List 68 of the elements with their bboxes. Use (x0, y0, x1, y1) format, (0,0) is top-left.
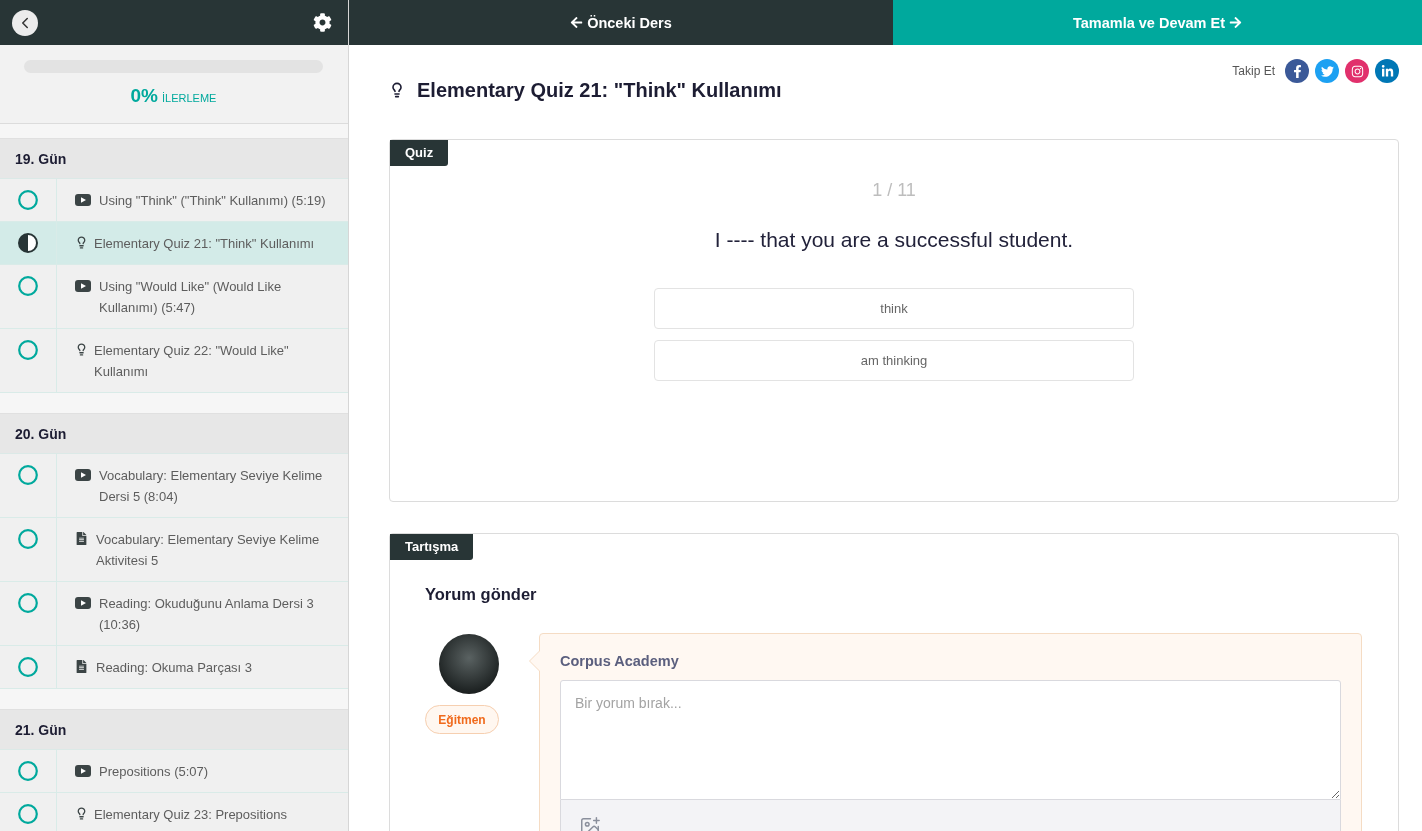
lesson-title: Using "Think" ("Think" Kullanımı) (5:19) (99, 192, 327, 210)
answer-option[interactable]: am thinking (654, 340, 1134, 381)
circle-icon (18, 657, 38, 677)
circle-icon (18, 276, 38, 296)
lesson-item[interactable]: Elementary Quiz 21: "Think" Kullanımı (0, 222, 348, 265)
lesson-title: Reading: Okuduğunu Anlama Dersi 3 (10:36) (99, 595, 315, 634)
lesson-item[interactable]: Elementary Quiz 23: Prepositions (0, 793, 348, 831)
circle-icon (18, 593, 38, 613)
lesson-item[interactable]: Vocabulary: Elementary Seviye Kelime Aktivitesi 5 (0, 518, 348, 582)
lightbulb-icon (75, 343, 88, 356)
lesson-title: Vocabulary: Elementary Seviye Kelime Dersi 5 (8:04) (99, 467, 324, 506)
lesson-item[interactable]: Prepositions (5:07) (0, 750, 348, 793)
circle-icon (18, 761, 38, 781)
half-circle-icon (18, 233, 38, 253)
lesson-heading: Elementary Quiz 21: "Think" Kullanımı (417, 78, 782, 103)
document-icon (75, 532, 88, 545)
section-header[interactable]: 19. Gün (0, 138, 348, 179)
circle-icon (18, 340, 38, 360)
lesson-item[interactable]: Reading: Okuma Parçası 3 (0, 646, 348, 689)
section-header[interactable]: 20. Gün (0, 413, 348, 454)
lesson-item[interactable]: Vocabulary: Elementary Seviye Kelime Dersi 5 (8:04) (0, 454, 348, 518)
video-icon (75, 280, 91, 292)
lesson-item[interactable]: Using "Would Like" (Would Like Kullanımı) (5:47) (0, 265, 348, 329)
lesson-title: Vocabulary: Elementary Seviye Kelime Aktivitesi 5 (96, 531, 321, 570)
question-counter: 1 / 11 (872, 179, 916, 202)
progress-label: İLERLEME (162, 92, 217, 104)
previous-lesson-button[interactable]: Önceki Ders (349, 0, 893, 45)
question-text: I ---- that you are a successful student. (714, 227, 1074, 253)
lightbulb-icon (389, 82, 405, 98)
video-icon (75, 194, 91, 206)
avatar-image (439, 634, 499, 694)
settings-icon[interactable] (313, 13, 332, 32)
twitter-icon[interactable] (1315, 59, 1339, 83)
circle-icon (18, 190, 38, 210)
arrow-right-icon (1229, 16, 1243, 29)
linkedin-icon[interactable] (1375, 59, 1399, 83)
answer-option[interactable]: think (654, 288, 1134, 329)
lesson-title: Elementary Quiz 23: Prepositions (94, 806, 288, 824)
lesson-title: Elementary Quiz 21: "Think" Kullanımı (94, 235, 316, 253)
lesson-title: Using "Would Like" (Would Like Kullanımı) (5:47) (99, 278, 283, 317)
section-header[interactable]: 21. Gün (0, 709, 348, 750)
back-button[interactable] (12, 9, 38, 36)
lesson-title: Reading: Okuma Parçası 3 (96, 659, 254, 677)
lightbulb-icon (75, 807, 88, 820)
quiz-tag: Quiz (390, 140, 449, 166)
instructor-badge: Eğitmen (425, 705, 499, 734)
lesson-item[interactable]: Reading: Okuduğunu Anlama Dersi 3 (10:36) (0, 582, 348, 646)
video-icon (75, 469, 91, 481)
video-icon (75, 765, 91, 777)
comment-heading: Yorum gönder (425, 584, 538, 605)
video-icon (75, 597, 91, 609)
comment-field[interactable]: Bir yorum bırak... (560, 680, 1341, 800)
author-name: Corpus Academy (560, 652, 680, 671)
lightbulb-icon (75, 236, 88, 249)
progress-percent: 0% (130, 85, 158, 107)
lesson-title: Elementary Quiz 22: "Would Like" Kullanımı (94, 342, 290, 381)
document-icon (75, 660, 88, 673)
discussion-tag: Tartışma (390, 534, 474, 560)
facebook-icon[interactable] (1285, 59, 1309, 83)
lesson-item[interactable]: Using "Think" ("Think" Kullanımı) (5:19) (0, 179, 348, 222)
circle-icon (18, 465, 38, 485)
follow-label: Takip Et (1232, 64, 1275, 78)
instagram-icon[interactable] (1345, 59, 1369, 83)
lesson-item[interactable]: Elementary Quiz 22: "Would Like" Kullanımı (0, 329, 348, 393)
circle-icon (18, 529, 38, 549)
circle-icon (18, 804, 38, 824)
arrow-left-icon (570, 16, 584, 29)
lesson-title: Prepositions (5:07) (99, 763, 210, 781)
